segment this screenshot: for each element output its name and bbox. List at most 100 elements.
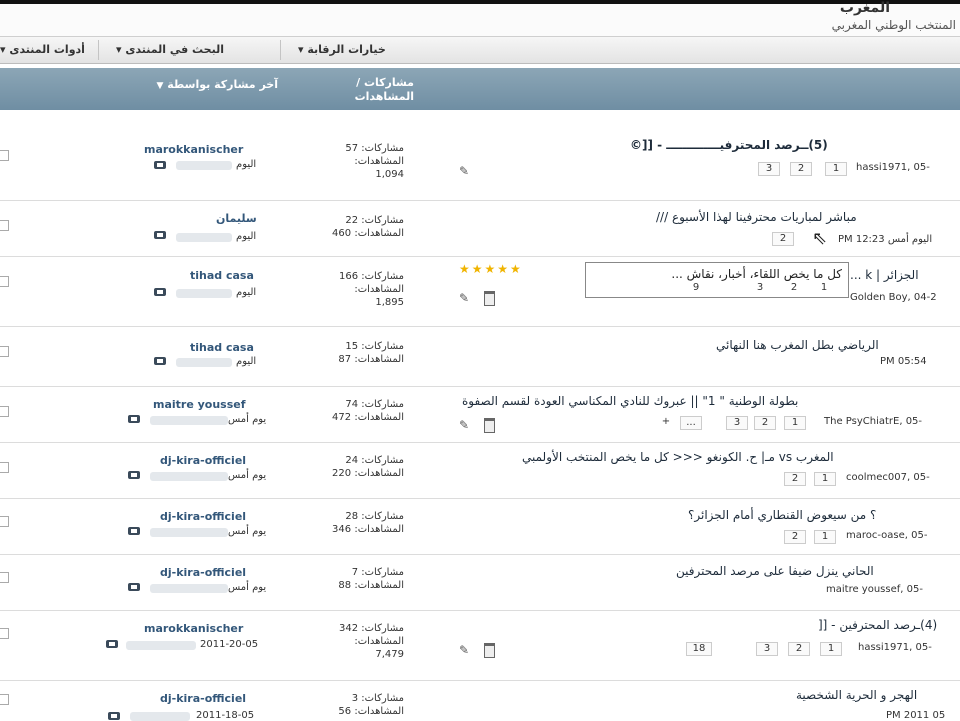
page-link[interactable]: 2 [786, 282, 802, 294]
thread-starter: maitre youssef, 05- [826, 584, 923, 595]
page-link[interactable]: 1 [814, 472, 836, 486]
last-post-time [150, 584, 228, 593]
thread-list-header: آخر مشاركة بواسطة ▼ مشاركات / المشاهدات [0, 68, 960, 110]
last-post-date: يوم أمس [228, 582, 267, 593]
stats-column-header[interactable]: مشاركات / المشاهدات [322, 76, 414, 104]
page-link[interactable]: 18 [686, 642, 712, 656]
page-link[interactable]: 9 [688, 282, 704, 294]
page-link[interactable]: 1 [814, 530, 836, 544]
page-link[interactable]: 2 [784, 472, 806, 486]
forum-tools-menu[interactable]: أدوات المنتدى ▾ [0, 43, 85, 56]
thread-select-checkbox[interactable] [0, 462, 9, 473]
last-poster-name[interactable]: dj-kira-officiel [160, 510, 246, 523]
delete-icon[interactable] [484, 291, 495, 306]
moderation-options-menu[interactable]: خيارات الرقابة ▾ [298, 43, 386, 56]
page-link[interactable]: 2 [790, 162, 812, 176]
last-poster-name[interactable]: marokkanischer [144, 143, 243, 156]
thread-select-checkbox[interactable] [0, 220, 9, 231]
go-to-last-post-icon[interactable] [106, 640, 118, 648]
last-poster-name[interactable]: dj-kira-officiel [160, 692, 246, 705]
thread-title[interactable]: الرياضي بطل المغرب هنا النهائي [716, 338, 879, 352]
last-poster-name[interactable]: marokkanischer [144, 622, 243, 635]
thread-title[interactable]: ؟ من سيعوض القنطاري أمام الجزائر؟ [688, 508, 876, 522]
go-to-last-post-icon[interactable] [128, 527, 140, 535]
thread-stats: مشاركات: 57 المشاهدات: 1,094 [345, 143, 404, 180]
go-to-last-post-icon[interactable] [154, 288, 166, 296]
site-title: المغرب [839, 0, 890, 16]
thread-stats: مشاركات: 22 المشاهدات: 460 [332, 215, 404, 239]
thread-select-checkbox[interactable] [0, 150, 9, 161]
thread-starter: coolmec007, 05- [846, 472, 930, 483]
page-link[interactable]: 3 [752, 282, 768, 294]
next-page-arrow[interactable]: + [660, 416, 672, 428]
page-link[interactable]: 2 [784, 530, 806, 544]
thread-preview-tooltip: كل ما يخص اللقاء، أخبار، نقاش ... 9 3 2 … [585, 262, 849, 298]
last-post-time [150, 416, 228, 425]
forum-search-menu[interactable]: البحث في المنتدى ▾ [116, 43, 224, 56]
thread-title[interactable]: المغرب vs مـ| ح. الكونغو <<< كل ما يخص ا… [522, 450, 834, 464]
thread-select-checkbox[interactable] [0, 346, 9, 357]
go-to-last-post-icon[interactable] [128, 583, 140, 591]
page-link[interactable]: 1 [816, 282, 832, 294]
last-poster-name[interactable]: maitre youssef [153, 398, 246, 411]
last-poster-name[interactable]: tihad casa [190, 269, 254, 282]
thread-select-checkbox[interactable] [0, 516, 9, 527]
last-poster-name[interactable]: tihad casa [190, 341, 254, 354]
toolbar-divider [280, 40, 281, 60]
thread-title[interactable]: الهجر و الحرية الشخصية [796, 688, 917, 702]
page-link[interactable]: 1 [825, 162, 847, 176]
last-post-time [126, 641, 196, 650]
thread-row: dj-kira-officiel يوم أمس مشاركات: 7 المشا… [0, 554, 960, 611]
thread-title[interactable]: بطولة الوطنية " 1" || عبروك للنادي المكن… [462, 394, 798, 408]
thread-row: dj-kira-officiel يوم أمس مشاركات: 28 المش… [0, 498, 960, 555]
thread-stats: مشاركات: 15 المشاهدات: 87 [338, 341, 404, 365]
last-post-date: اليوم [236, 231, 257, 242]
thread-select-checkbox[interactable] [0, 628, 9, 639]
go-to-last-post-icon[interactable] [154, 231, 166, 239]
thread-select-checkbox[interactable] [0, 276, 9, 287]
last-poster-name[interactable]: dj-kira-officiel [160, 566, 246, 579]
toolbar-divider [98, 40, 99, 60]
last-post-date: اليوم [236, 287, 257, 298]
go-to-last-post-icon[interactable] [154, 161, 166, 169]
thread-select-checkbox[interactable] [0, 406, 9, 417]
last-poster-name[interactable]: dj-kira-officiel [160, 454, 246, 467]
mouse-cursor-icon: ⇖ [812, 228, 828, 249]
edit-pencil-icon[interactable]: ✎ [459, 419, 471, 431]
thread-title[interactable]: الجزائر | k ... [850, 268, 919, 282]
edit-pencil-icon[interactable]: ✎ [459, 165, 471, 177]
page-link[interactable]: 1 [784, 416, 806, 430]
thread-starter: maroc-oase, 05- [846, 530, 928, 541]
go-to-last-post-icon[interactable] [108, 712, 120, 720]
page-link[interactable]: 3 [758, 162, 780, 176]
thread-select-checkbox[interactable] [0, 694, 9, 705]
page-link[interactable]: 3 [726, 416, 748, 430]
go-to-last-post-icon[interactable] [128, 471, 140, 479]
edit-pencil-icon[interactable]: ✎ [459, 644, 471, 656]
page-ellipsis: ... [680, 416, 702, 430]
thread-title[interactable]: (4)ـرصد المحترفين - [[ [818, 618, 937, 632]
edit-pencil-icon[interactable]: ✎ [459, 292, 471, 304]
forum-toolbar: أدوات المنتدى ▾ البحث في المنتدى ▾ خيارا… [0, 36, 960, 64]
thread-title[interactable]: (5)ــرصد المحترفيـــــــــــــ - [[© [630, 138, 828, 152]
thread-row: dj-kira-officiel 2011-18-05 مشاركات: 3 ال… [0, 680, 960, 721]
last-post-date: اليوم [236, 356, 257, 367]
last-post-time [150, 528, 228, 537]
page-link[interactable]: 3 [756, 642, 778, 656]
page-link[interactable]: 2 [772, 232, 794, 246]
go-to-last-post-icon[interactable] [154, 357, 166, 365]
thread-select-checkbox[interactable] [0, 572, 9, 583]
thread-title[interactable]: الحاني ينزل ضيفا على مرصد المحترفين [676, 564, 874, 578]
page-link[interactable]: 1 [820, 642, 842, 656]
delete-icon[interactable] [484, 418, 495, 433]
last-poster-name[interactable]: سليمان [216, 212, 257, 225]
thread-stats: مشاركات: 28 المشاهدات: 346 [332, 511, 404, 535]
delete-icon[interactable] [484, 643, 495, 658]
go-to-last-post-icon[interactable] [128, 415, 140, 423]
thread-title[interactable]: مباشر لمباريات محترفينا لهذا الأسبوع /// [656, 210, 857, 224]
page-link[interactable]: 2 [754, 416, 776, 430]
thread-starter: hassi1971, 05- [858, 642, 932, 653]
tooltip-text: كل ما يخص اللقاء، أخبار، نقاش ... [671, 267, 842, 281]
page-link[interactable]: 2 [788, 642, 810, 656]
last-post-column-header[interactable]: آخر مشاركة بواسطة ▼ [112, 78, 278, 93]
